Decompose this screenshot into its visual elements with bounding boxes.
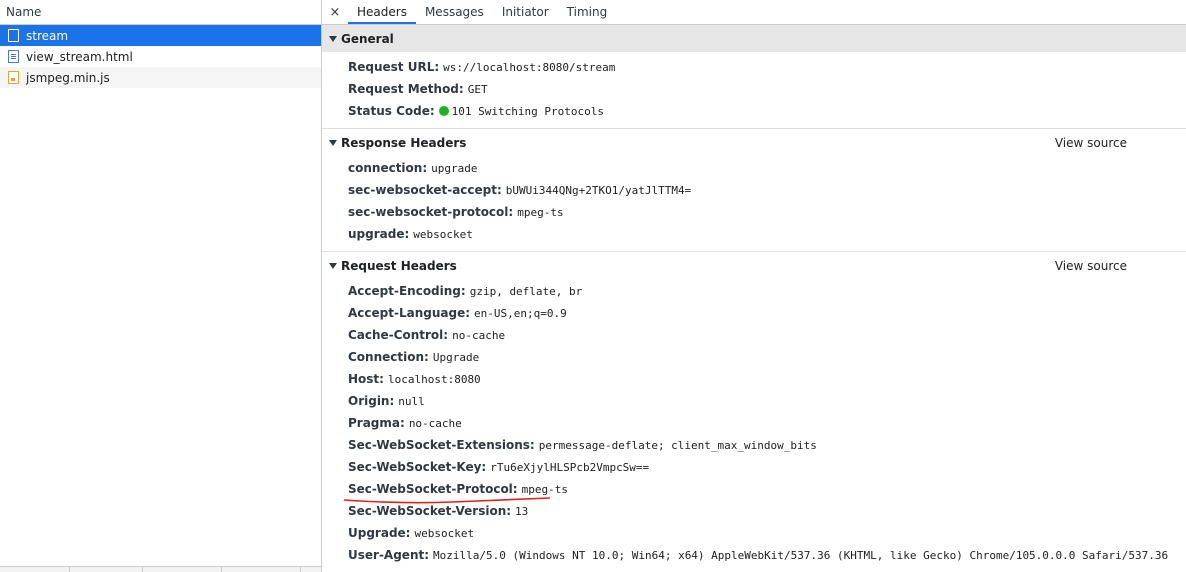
header-name: Upgrade: (348, 526, 411, 540)
header-name: Pragma: (348, 416, 405, 430)
request-details-pane: × Headers Messages Initiator Timing Gene… (322, 0, 1186, 572)
header-row-status-code: Status Code: 101 Switching Protocols (348, 104, 604, 118)
status-dot-icon (438, 106, 449, 116)
general-section: General Request URL: ws://localhost:8080/… (322, 25, 1186, 129)
header-row: Accept-Encoding: gzip, deflate, br (322, 280, 1186, 302)
header-name: Sec-WebSocket-Key: (348, 460, 487, 474)
header-row: Connection: Upgrade (322, 346, 1186, 368)
header-name: Origin: (348, 394, 395, 408)
header-row: Sec-WebSocket-Key: rTu6eXjylHLSPcb2VmpcSw… (322, 456, 1186, 478)
header-value: websocket (413, 228, 473, 241)
response-view-source-link[interactable]: View source (1055, 136, 1127, 150)
header-name: Sec-WebSocket-Version: (348, 504, 512, 518)
header-row: Host: localhost:8080 (322, 368, 1186, 390)
tab-initiator[interactable]: Initiator (493, 0, 558, 24)
details-tab-bar: × Headers Messages Initiator Timing (322, 0, 1186, 25)
tab-messages[interactable]: Messages (416, 0, 493, 24)
request-item-view-stream-html[interactable]: view_stream.html (0, 46, 321, 67)
header-value: permessage-deflate; client_max_window_bi… (538, 439, 817, 452)
header-row: Sec-WebSocket-Extensions: permessage-defl… (322, 434, 1186, 456)
header-value: bUWUi344QNg+2TKO1/yatJlTTM4= (505, 184, 692, 197)
header-name: sec-websocket-protocol: (348, 205, 514, 219)
header-row: upgrade: websocket (322, 223, 1186, 245)
header-name: Cache-Control: (348, 328, 449, 342)
section-title: General (341, 31, 394, 46)
header-name: User-Agent: (348, 548, 430, 562)
header-row: sec-websocket-accept: bUWUi344QNg+2TKO1/y… (322, 179, 1186, 201)
header-name: Connection: (348, 350, 429, 364)
request-item-label: view_stream.html (26, 49, 133, 64)
header-row: connection: upgrade (322, 157, 1186, 179)
header-value: no-cache (408, 417, 462, 430)
triangle-down-icon (329, 263, 337, 269)
header-value: no-cache (452, 329, 506, 342)
script-icon (8, 71, 19, 84)
request-item-jsmpeg-min-js[interactable]: jsmpeg.min.js (0, 67, 321, 88)
close-icon[interactable]: × (322, 0, 348, 24)
request-headers-section: Request Headers View source Accept-Encod… (322, 252, 1186, 572)
header-value: 13 (515, 505, 529, 518)
header-row-request-method: Request Method: GET (348, 82, 488, 96)
section-title: Response Headers (341, 136, 467, 150)
name-column-header[interactable]: Name (0, 0, 321, 25)
header-value: localhost:8080 (387, 373, 481, 386)
header-name: connection: (348, 161, 428, 175)
triangle-down-icon (329, 140, 337, 146)
header-row: sec-websocket-protocol: mpeg-ts (322, 201, 1186, 223)
general-section-header[interactable]: General (322, 25, 1186, 52)
header-row: Origin: null (322, 390, 1186, 412)
triangle-down-icon (329, 35, 337, 42)
header-value: Mozilla/5.0 (Windows NT 10.0; Win64; x64… (433, 549, 1169, 562)
request-view-source-link[interactable]: View source (1055, 259, 1127, 273)
request-headers-section-header[interactable]: Request Headers View source (322, 252, 1186, 280)
header-value: gzip, deflate, br (469, 285, 583, 298)
header-row: Accept-Language: en-US,en;q=0.9 (322, 302, 1186, 324)
request-list-pane: Name stream view_stream.html jsmpeg.min.… (0, 0, 322, 572)
header-row: Sec-WebSocket-Version: 13 (322, 500, 1186, 522)
header-name: Accept-Encoding: (348, 284, 466, 298)
request-item-label: jsmpeg.min.js (26, 70, 110, 85)
header-value: rTu6eXjylHLSPcb2VmpcSw== (490, 461, 650, 474)
header-row: Pragma: no-cache (322, 412, 1186, 434)
header-row: User-Agent: Mozilla/5.0 (Windows NT 10.0;… (322, 544, 1186, 566)
header-name: Host: (348, 372, 384, 386)
header-value: en-US,en;q=0.9 (474, 307, 567, 320)
response-headers-section-header[interactable]: Response Headers View source (322, 129, 1186, 157)
request-item-stream[interactable]: stream (0, 25, 321, 46)
header-row: Upgrade: websocket (322, 522, 1186, 544)
header-name: Sec-WebSocket-Protocol: (348, 482, 518, 496)
header-value: mpeg-ts (517, 206, 564, 219)
tab-headers[interactable]: Headers (348, 0, 416, 24)
header-row: Sec-WebSocket-Protocol: mpeg-ts (322, 478, 1186, 504)
header-name: Accept-Language: (348, 306, 471, 320)
websocket-icon (8, 29, 19, 42)
header-row: Cache-Control: no-cache (322, 324, 1186, 346)
section-title: Request Headers (341, 259, 457, 273)
tab-timing[interactable]: Timing (558, 0, 617, 24)
horizontal-scrollbar[interactable] (0, 566, 321, 572)
header-value: null (398, 395, 425, 408)
header-name: Sec-WebSocket-Extensions: (348, 438, 535, 452)
header-value: websocket (414, 527, 475, 540)
header-row-request-url: Request URL: ws://localhost:8080/stream (348, 60, 616, 74)
document-icon (8, 50, 19, 63)
request-item-label: stream (26, 28, 69, 43)
header-name: upgrade: (348, 227, 410, 241)
header-value: Upgrade (432, 351, 480, 364)
header-value: upgrade (431, 162, 478, 175)
response-headers-section: Response Headers View source connection:… (322, 129, 1186, 252)
header-name: sec-websocket-accept: (348, 183, 502, 197)
